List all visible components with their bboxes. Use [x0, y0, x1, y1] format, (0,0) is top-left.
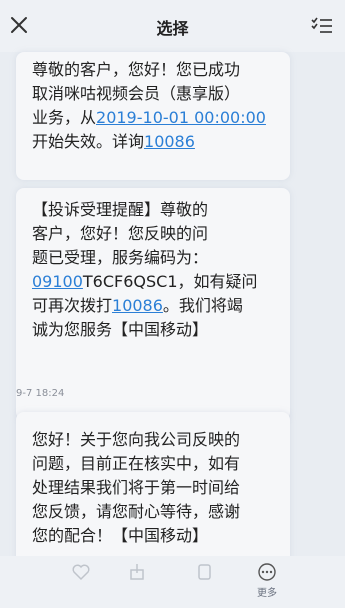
- message-text: 开始失效。详询: [32, 132, 145, 151]
- message-line: 您好！关于您向我公司反映的: [32, 430, 241, 449]
- message-line: 可再次拨打10086。我们将竭: [32, 294, 276, 318]
- message-line: 诚为您服务【中国移动】: [32, 320, 209, 339]
- message-line: 您的配合！【中国移动】: [32, 526, 209, 545]
- share-icon: [130, 564, 144, 580]
- heart-icon: [72, 564, 90, 581]
- message-text: 。我们将竭: [162, 296, 243, 315]
- message-line: 09100T6CF6QSC1，如有疑问: [32, 270, 276, 294]
- message-line: 取消咪咕视频会员（惠享版）: [32, 84, 241, 103]
- checklist-icon: [311, 17, 332, 33]
- bottom-toolbar: 更多: [0, 556, 345, 608]
- message-line: 开始失效。详询10086: [32, 130, 276, 154]
- message-line: 您反馈，请您耐心等待，感谢: [32, 502, 241, 521]
- page-title: 选择: [156, 19, 189, 38]
- top-bar: 选择: [0, 0, 345, 52]
- message-text: 业务，从: [32, 108, 97, 127]
- date-link[interactable]: 2019-10-01 00:00:00: [96, 108, 266, 127]
- message-line: 题已受理，服务编码为：: [32, 248, 209, 267]
- copy-icon: [198, 564, 211, 580]
- message-bubble[interactable]: 【投诉受理提醒】尊敬的 客户，您好！您反映的问 题已受理，服务编码为： 0910…: [16, 188, 290, 420]
- more-dots-icon: [258, 563, 276, 581]
- more-button[interactable]: 更多: [242, 562, 292, 606]
- more-label: 更多: [257, 588, 277, 599]
- message-line: 处理结果我们将于第一时间给: [32, 478, 241, 497]
- number-link[interactable]: 09100: [32, 272, 83, 291]
- select-all-button[interactable]: [311, 16, 333, 36]
- message-text: 可再次拨打: [32, 296, 113, 315]
- copy-button[interactable]: [180, 562, 230, 606]
- message-timestamp: 9-7 18:24: [16, 388, 65, 399]
- favorite-button[interactable]: [56, 562, 106, 606]
- message-line: 业务，从2019-10-01 00:00:00: [32, 106, 276, 130]
- message-list[interactable]: 尊敬的客户，您好！您已成功 取消咪咕视频会员（惠享版） 业务，从2019-10-…: [0, 52, 345, 608]
- message-line: 客户，您好！您反映的问: [32, 224, 209, 243]
- message-bubble[interactable]: 尊敬的客户，您好！您已成功 取消咪咕视频会员（惠享版） 业务，从2019-10-…: [16, 52, 290, 180]
- message-line: 问题，目前正在核实中，如有: [32, 454, 241, 473]
- share-button[interactable]: [112, 562, 162, 606]
- message-line: 尊敬的客户，您好！您已成功: [32, 60, 241, 79]
- message-line: 【投诉受理提醒】尊敬的: [32, 200, 209, 219]
- message-text: T6CF6QSC1，如有疑问: [82, 272, 258, 291]
- phone-link[interactable]: 10086: [144, 132, 195, 151]
- phone-link[interactable]: 10086: [112, 296, 163, 315]
